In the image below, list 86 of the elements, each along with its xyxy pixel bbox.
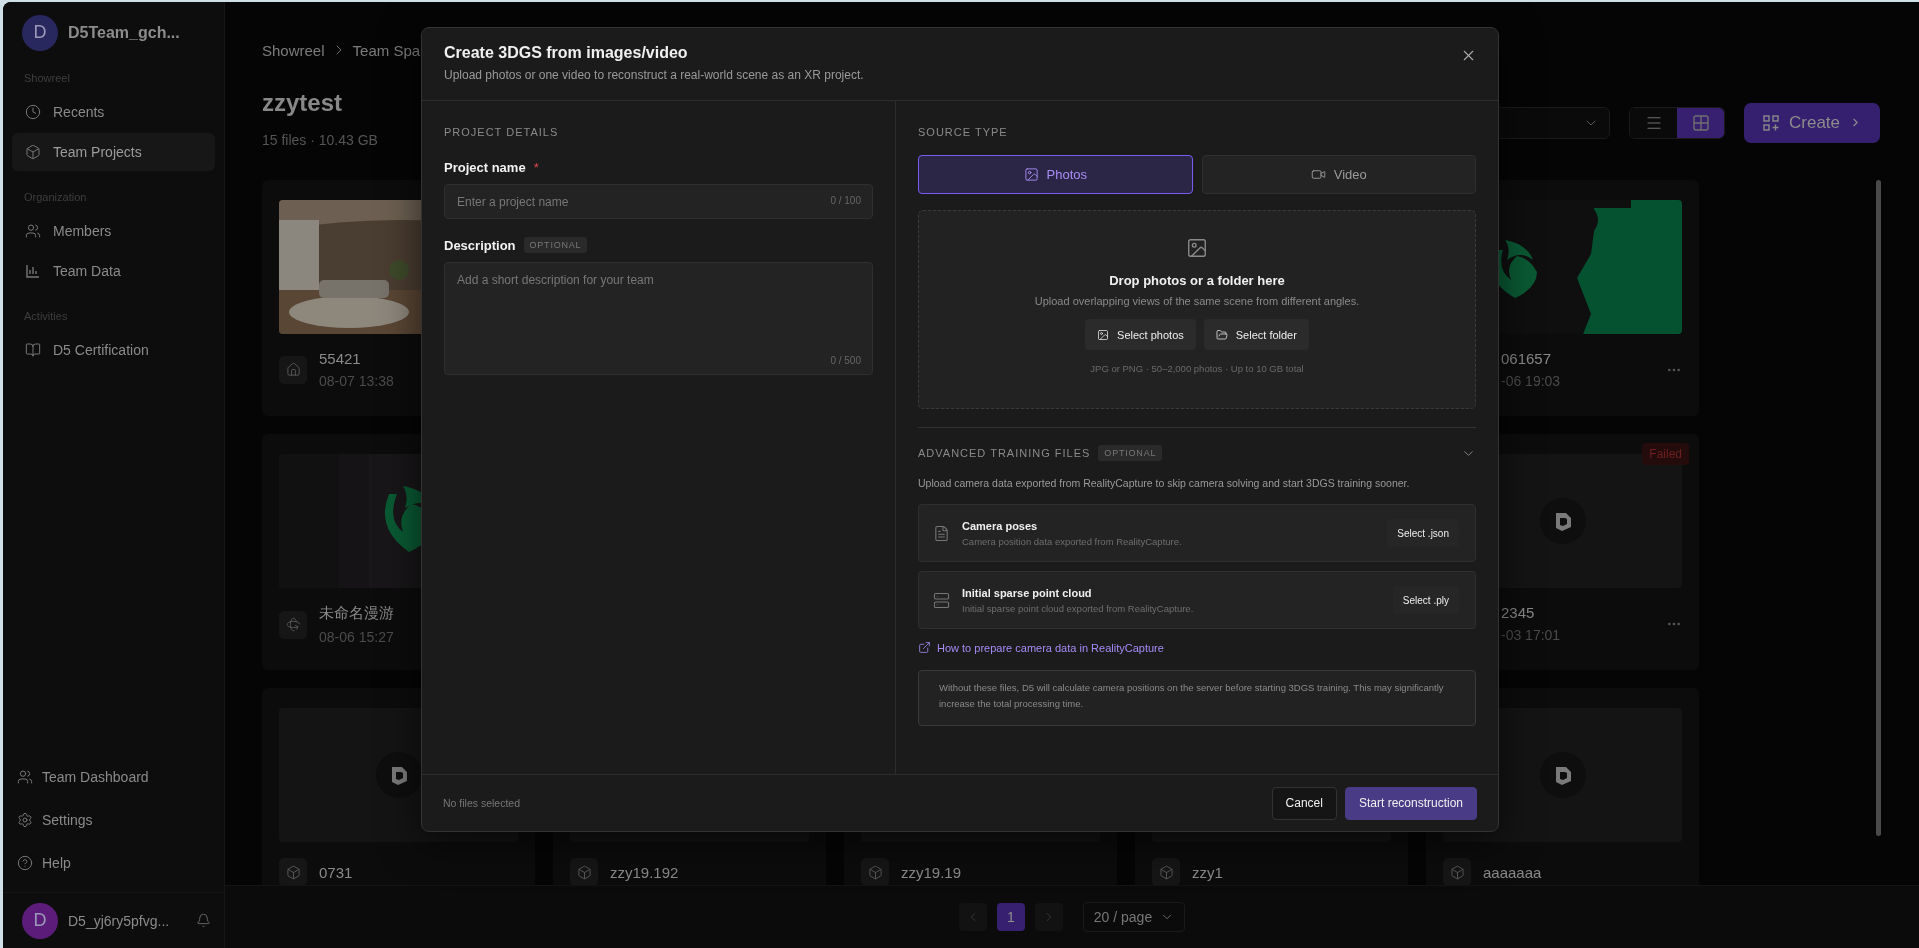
- cancel-button[interactable]: Cancel: [1271, 786, 1337, 820]
- nav-item[interactable]: Settings: [3, 798, 224, 841]
- drop-zone[interactable]: Drop photos or a folder here Upload overlapping views of the same scene from different angles. Select photos Select folder JPG or PNG · 50–2,000 photos · Up to 10 GB total: [918, 210, 1476, 409]
- project-name: zzy19.19: [901, 863, 963, 881]
- folder-icon: [1215, 328, 1228, 341]
- scrollbar[interactable]: [1876, 180, 1881, 836]
- cube-icon: [25, 144, 41, 160]
- users-icon: [17, 768, 33, 785]
- page-title: zzytest: [262, 88, 344, 118]
- nav-item[interactable]: Help: [3, 841, 224, 884]
- section-heading: PROJECT DETAILS: [444, 125, 560, 139]
- project-date: 08-07 13:38: [319, 373, 395, 389]
- file-description: Initial sparse point cloud exported from RealityCapture.: [962, 602, 1194, 614]
- clock-icon: [25, 104, 41, 120]
- dialog-title: Create 3DGS from images/video: [444, 43, 689, 63]
- section-heading: ADVANCED TRAINING FILES: [918, 446, 1091, 460]
- help-link[interactable]: How to prepare camera data in RealityCapture: [918, 641, 1164, 654]
- file-title: Initial sparse point cloud: [962, 586, 1093, 599]
- image-icon: [1097, 328, 1110, 341]
- bell-icon[interactable]: [196, 913, 211, 928]
- field-label: Description: [444, 237, 516, 253]
- project-name: 061657: [1501, 350, 1553, 367]
- start-button[interactable]: Start reconstruction: [1344, 786, 1477, 820]
- type-icon: [279, 610, 307, 639]
- grid-plus-icon: [1762, 113, 1780, 132]
- breadcrumb-link[interactable]: Showreel: [262, 41, 325, 59]
- users-icon: [25, 223, 41, 239]
- optional-badge: OPTIONAL: [1098, 445, 1163, 461]
- team-name[interactable]: D5Team_gch...: [68, 23, 180, 42]
- nav-item[interactable]: Members: [12, 212, 215, 250]
- file-description: Camera position data exported from RealityCapture.: [962, 535, 1182, 547]
- nav-item[interactable]: Team Dashboard: [3, 755, 224, 798]
- field-label: Project name: [444, 159, 526, 175]
- upload-limits: JPG or PNG · 50–2,000 photos · Up to 10 GB total: [1090, 363, 1304, 374]
- source-tab[interactable]: Photos: [918, 155, 1193, 194]
- breadcrumb-link[interactable]: Team Spa: [352, 41, 421, 59]
- project-name: 2345: [1501, 604, 1536, 621]
- help-icon: [17, 854, 33, 871]
- grid-view-button[interactable]: [1677, 107, 1724, 138]
- video-icon: [1310, 167, 1326, 182]
- project-date: -03 17:01: [1501, 627, 1562, 643]
- page-button[interactable]: 1: [996, 903, 1025, 931]
- type-icon: [279, 355, 307, 384]
- project-name: aaaaaaa: [1483, 863, 1543, 881]
- drop-zone-hint: Upload overlapping views of the same scene from different angles.: [1034, 295, 1360, 307]
- optional-badge: OPTIONAL: [523, 237, 588, 253]
- user-avatar[interactable]: D: [22, 902, 58, 939]
- project-date: 08-06 15:27: [319, 629, 395, 645]
- nav-item[interactable]: Recents: [12, 93, 215, 131]
- section-heading: SOURCE TYPE: [918, 125, 1009, 139]
- file-title: Camera poses: [962, 519, 1039, 532]
- document-icon: [933, 524, 950, 542]
- select-folder-button[interactable]: Select folder: [1203, 319, 1309, 350]
- project-name: 0731: [319, 863, 354, 881]
- project-name: zzy19.192: [610, 863, 680, 881]
- selection-status: No files selected: [443, 797, 521, 809]
- external-link-icon: [918, 641, 931, 654]
- create-button[interactable]: Create: [1744, 102, 1880, 143]
- image-icon: [1186, 237, 1208, 259]
- file-summary: 15 files · 10.43 GB: [262, 132, 378, 148]
- nav-item[interactable]: Team Projects: [12, 133, 215, 171]
- page-size-select[interactable]: 20 / page: [1082, 902, 1186, 932]
- gear-icon: [17, 811, 33, 828]
- nav-item[interactable]: D5 Certification: [12, 331, 215, 369]
- user-name[interactable]: D5_yj6ry5pfvg...: [68, 912, 186, 929]
- required-mark: *: [533, 159, 539, 175]
- character-counter: 0 / 100: [830, 195, 861, 206]
- dialog-subtitle: Upload photos or one video to reconstruct a real-world scene as an XR project.: [444, 68, 864, 82]
- book-icon: [25, 342, 41, 358]
- source-tab[interactable]: Video: [1201, 155, 1476, 194]
- drop-zone-title: Drop photos or a folder here: [1109, 273, 1285, 288]
- bar-chart-icon: [25, 263, 41, 279]
- project-name: 未命名漫游: [319, 604, 395, 623]
- section-description: Upload camera data exported from RealityCapture to skip camera solving and start 3DGS training sooner.: [918, 477, 1411, 489]
- project-date: -06 19:03: [1501, 373, 1562, 389]
- character-counter: 0 / 500: [830, 355, 861, 366]
- stack-icon: [933, 591, 950, 609]
- status-badge: Failed: [1642, 443, 1689, 465]
- project-name: 55421: [319, 350, 362, 367]
- list-view-button[interactable]: [1630, 107, 1677, 138]
- select-photos-button[interactable]: Select photos: [1085, 319, 1196, 350]
- image-icon: [1023, 167, 1039, 182]
- team-avatar[interactable]: D: [22, 14, 58, 51]
- project-name: zzy1: [1192, 863, 1224, 881]
- grid-icon: [1691, 113, 1710, 132]
- nav-item[interactable]: Team Data: [12, 252, 215, 290]
